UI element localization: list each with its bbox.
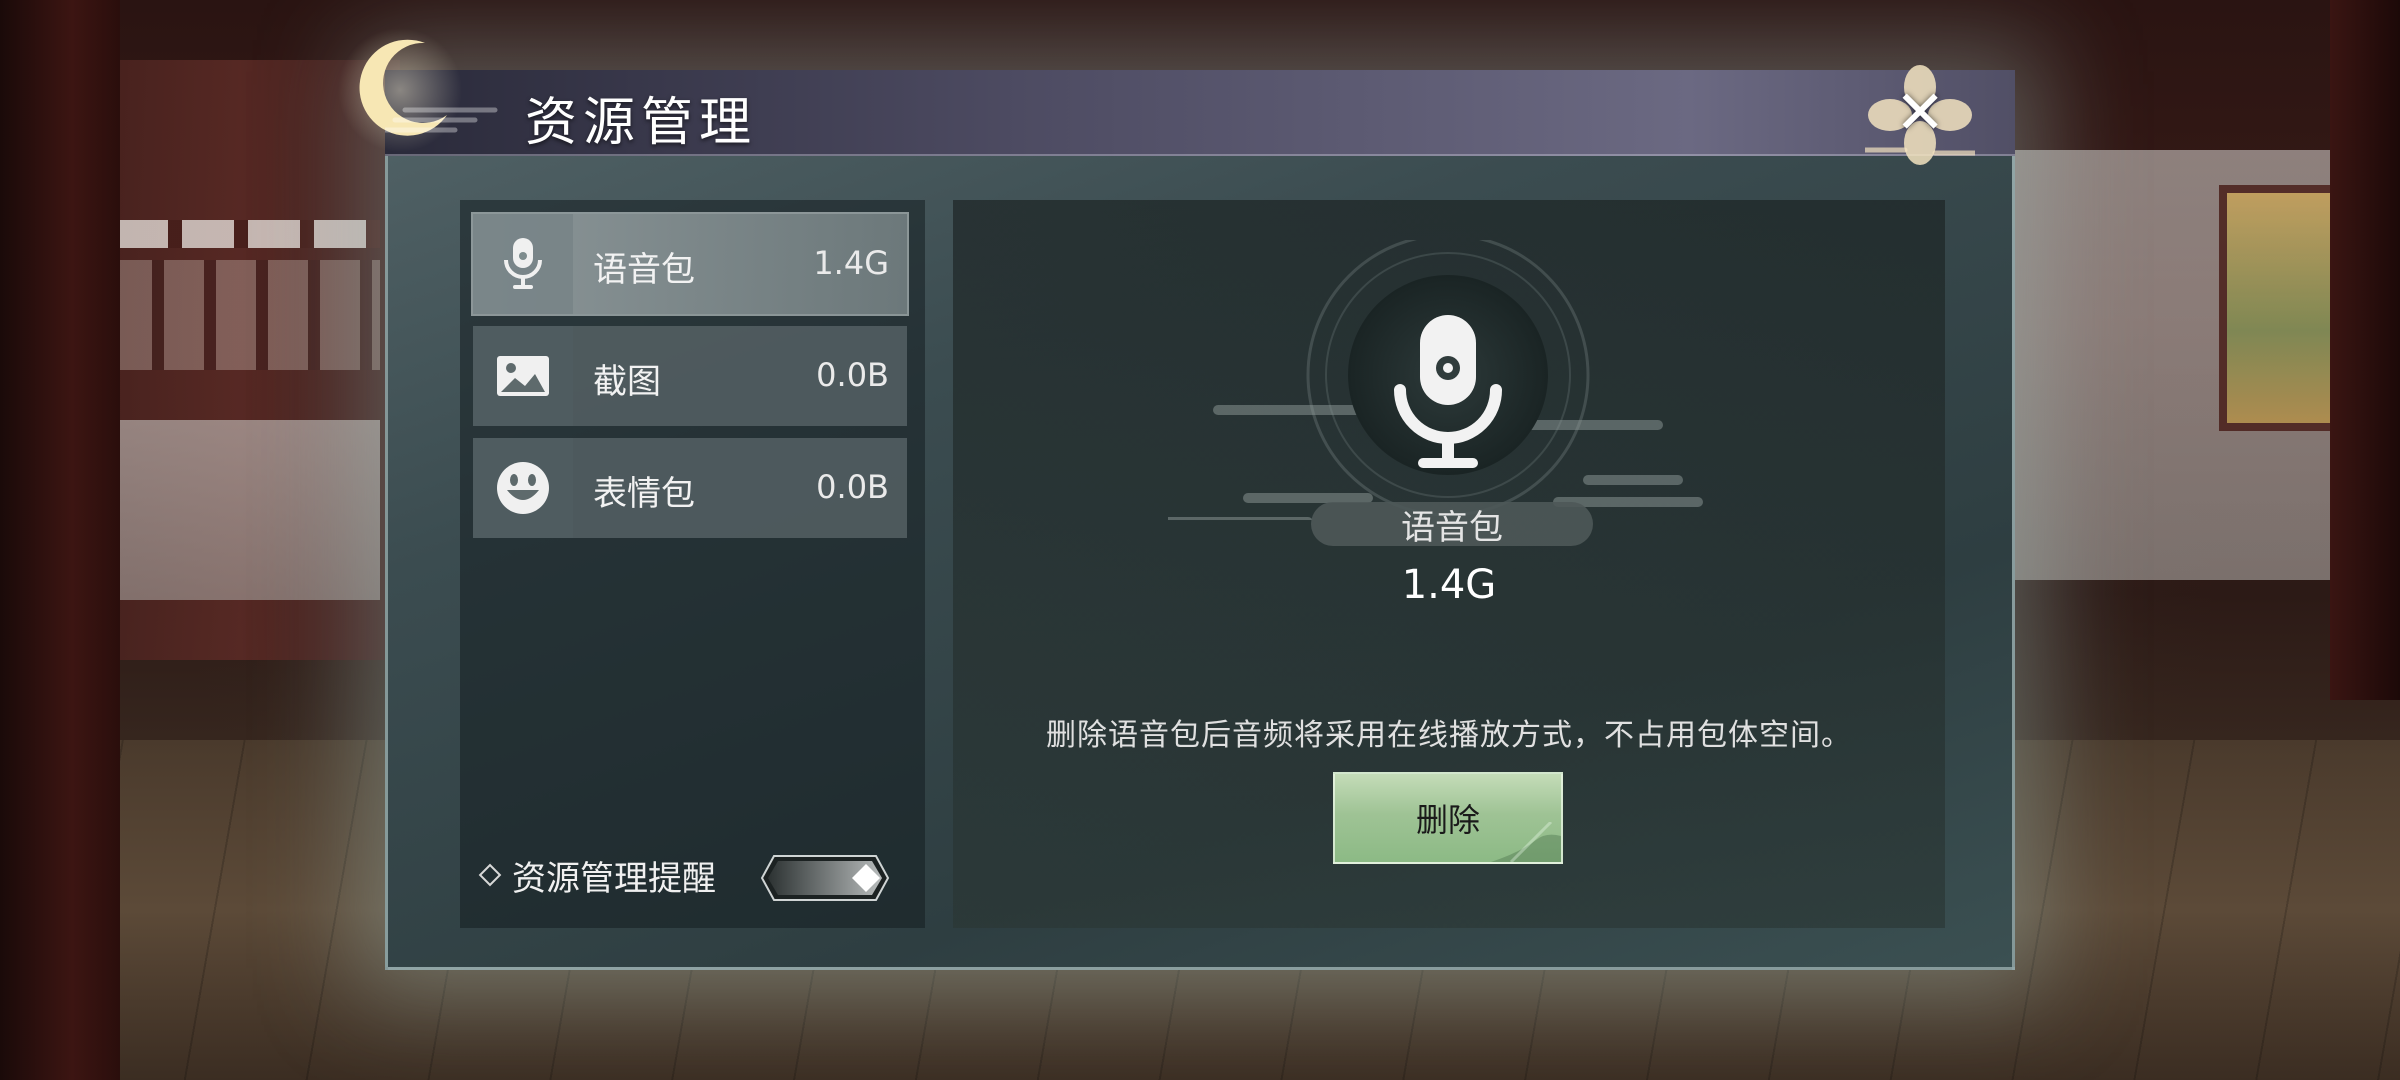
delete-button-label: 删除 <box>1415 801 1480 839</box>
list-item-size: 0.0B <box>816 356 889 394</box>
list-item-screenshots[interactable]: 截图 0.0B <box>473 326 907 426</box>
microphone-icon <box>504 238 542 289</box>
list-item-icon-box <box>473 438 573 538</box>
bamboo-ornament-icon <box>1491 822 1561 862</box>
list-item-stickers[interactable]: 表情包 0.0B <box>473 438 907 538</box>
cloud-ornament-icon <box>385 107 498 133</box>
list-item-label: 表情包 <box>593 474 695 514</box>
diamond-bullet-icon <box>478 863 502 887</box>
scene-pillar-right <box>2330 0 2400 700</box>
reminder-row: 资源管理提醒 <box>478 850 716 900</box>
scene-pillar-left <box>0 0 120 1080</box>
list-item-size: 0.0B <box>816 468 889 506</box>
delete-button[interactable]: 删除 <box>1333 772 1563 864</box>
detail-size: 1.4G <box>1401 562 1497 608</box>
toggle-switch-icon <box>760 855 890 901</box>
list-item-voice-pack[interactable]: 语音包 1.4G <box>473 214 907 314</box>
dialog-title: 资源管理 <box>525 93 758 153</box>
close-button[interactable]: ✕ <box>1865 65 1975 165</box>
list-item-label: 截图 <box>593 362 661 402</box>
list-item-icon-box <box>473 214 573 314</box>
detail-description: 删除语音包后音频将采用在线播放方式，不占用包体空间。 <box>1046 718 1852 753</box>
reminder-label: 资源管理提醒 <box>512 858 716 899</box>
reminder-toggle[interactable] <box>760 854 890 902</box>
voice-pack-emblem <box>1168 240 1703 520</box>
detail-name-pill: 语音包 <box>1311 502 1593 548</box>
list-item-size: 1.4G <box>813 244 889 282</box>
list-item-label: 语音包 <box>593 250 695 290</box>
smiley-icon <box>497 462 549 514</box>
image-icon <box>497 356 549 396</box>
resource-detail-panel: 语音包 1.4G 删除语音包后音频将采用在线播放方式，不占用包体空间。 删除 <box>953 200 1945 928</box>
dialog-header: 资源管理 ✕ <box>338 28 2015 165</box>
list-item-icon-box <box>473 326 573 426</box>
close-icon[interactable]: ✕ <box>1895 83 1945 143</box>
resource-management-dialog: 资源管理 ✕ 语音包 1.4G 截图 0.0B 表情包 0.0B 资源管理提醒 … <box>338 28 2015 970</box>
resource-list-panel: 语音包 1.4G 截图 0.0B 表情包 0.0B 资源管理提醒 <box>460 200 925 928</box>
